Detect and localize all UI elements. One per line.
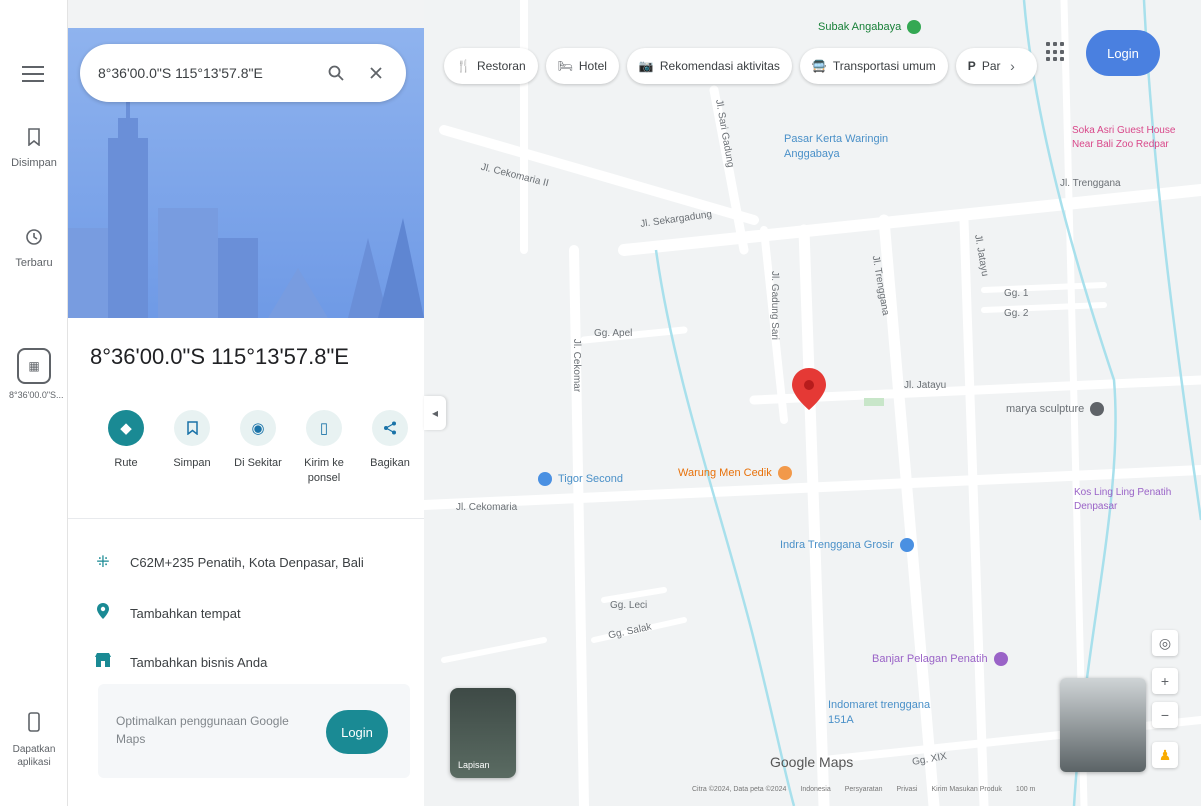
location-pin-icon[interactable] (792, 368, 826, 410)
nearby-button[interactable]: ◉ Di Sekitar (230, 410, 286, 486)
street-label: Jl. Trenggana (1060, 178, 1121, 189)
poi-pasar[interactable]: Pasar Kerta Waringin Anggabaya (784, 132, 914, 162)
chip-restoran[interactable]: 🍴 Restoran (444, 48, 538, 84)
community-icon (993, 652, 1008, 666)
phone-icon (0, 712, 68, 737)
apps-grid-icon[interactable] (1046, 42, 1066, 62)
poi-subak[interactable]: Subak Angabaya (818, 20, 927, 34)
street-label: Jl. Jatayu (904, 380, 947, 391)
rail-get-app[interactable]: Dapatkan aplikasi (0, 712, 68, 769)
search-input[interactable] (98, 65, 310, 81)
street-view-thumbnail[interactable] (1060, 678, 1146, 772)
promo-text: Optimalkan penggunaan Google Maps (116, 714, 289, 746)
street-label: Jl. Gadung Sari (768, 271, 780, 340)
divider (68, 518, 424, 519)
chip-transportasi[interactable]: 🚍 Transportasi umum (799, 48, 948, 84)
menu-icon[interactable] (22, 66, 44, 82)
close-icon[interactable] (362, 59, 390, 87)
parking-icon: P (967, 59, 976, 73)
shop-icon (538, 472, 552, 486)
bookmark-icon (174, 410, 210, 446)
poi-marya[interactable]: marya sculpture (1006, 402, 1110, 416)
rail-get-app-label: Dapatkan aplikasi (12, 744, 56, 768)
poi-indra[interactable]: Indra Trenggana Grosir (780, 538, 920, 552)
street-label: Gg. 1 (1004, 288, 1029, 299)
rail-recent-place[interactable]: ▦ 8°36'00.0"S... (0, 348, 68, 401)
rail-saved[interactable]: Disimpan (0, 128, 68, 169)
shop-icon (899, 538, 914, 552)
camera-icon: 📷 (638, 59, 654, 73)
nearby-icon: ◉ (240, 410, 276, 446)
search-box (80, 44, 406, 102)
chip-aktivitas[interactable]: 📷 Rekomendasi aktivitas (626, 48, 792, 84)
chevron-right-icon[interactable]: › (1001, 48, 1025, 84)
street-label: Jl. Cekomaria (456, 502, 518, 513)
rail-recent-place-label: 8°36'00.0"S... (9, 390, 64, 400)
poi-banjar[interactable]: Banjar Pelagan Penatih (872, 652, 1014, 666)
add-place-row[interactable]: Tambahkan tempat (90, 602, 241, 625)
history-icon (0, 228, 68, 251)
chip-parkir[interactable]: P Par › (955, 48, 1037, 84)
place-panel: 8°36'00.0"S 115°13'57.8"E ◆ Rute Simpan … (68, 28, 424, 806)
fork-knife-icon: 🍴 (456, 59, 471, 73)
share-button[interactable]: Bagikan (362, 410, 418, 486)
attraction-icon (1090, 402, 1105, 416)
plus-code-icon: ⁜ (96, 554, 110, 571)
bookmark-icon (0, 128, 68, 151)
poi-kos[interactable]: Kos Ling Ling Penatih Denpasar (1074, 486, 1198, 514)
category-chips: 🍴 Restoran 🛏 Hotel 📷 Rekomendasi aktivitas … (444, 48, 1045, 84)
phone-icon: ▯ (306, 410, 342, 446)
street-label: Gg. 2 (1004, 308, 1029, 319)
add-location-icon (90, 602, 116, 625)
poi-indomaret[interactable]: Indomaret trenggana 151A (828, 698, 938, 728)
pegman-icon[interactable]: ♟ (1152, 742, 1178, 768)
login-button[interactable]: Login (1086, 30, 1160, 76)
rail-recent[interactable]: Terbaru (0, 228, 68, 269)
place-actions: ◆ Rute Simpan ◉ Di Sekitar ▯ Kirim ke po… (98, 410, 418, 486)
hero-illustration (68, 28, 424, 318)
street-label: Gg. Apel (594, 328, 633, 339)
login-promo-card: Optimalkan penggunaan Google Maps Login (98, 684, 410, 778)
street-label: Jl. Cekomar (571, 338, 583, 393)
layers-button[interactable]: Lapisan (450, 688, 516, 778)
poi-warung[interactable]: Warung Men Cedik (678, 466, 798, 480)
bus-icon: 🚍 (811, 59, 827, 73)
restaurant-icon (777, 466, 792, 480)
street-label: Gg. Leci (610, 600, 648, 611)
map-footer: Citra ©2024, Data peta ©2024 Indonesia P… (692, 786, 1036, 793)
zoom-in-button[interactable]: + (1152, 668, 1178, 694)
send-to-phone-button[interactable]: ▯ Kirim ke ponsel (296, 410, 352, 486)
left-rail: Disimpan Terbaru ▦ 8°36'00.0"S... Dapatk… (0, 0, 68, 806)
chip-hotel[interactable]: 🛏 Hotel (545, 48, 619, 84)
layers-label: Lapisan (458, 760, 490, 770)
zoom-out-button[interactable]: − (1152, 702, 1178, 728)
directions-icon: ◆ (108, 410, 144, 446)
directions-button[interactable]: ◆ Rute (98, 410, 154, 486)
poi-soka[interactable]: Soka Asri Guest House Near Bali Zoo Redp… (1072, 124, 1192, 152)
rail-recent-label: Terbaru (15, 257, 53, 269)
add-business-row[interactable]: Tambahkan bisnis Anda (90, 652, 267, 673)
plus-code-row[interactable]: ⁜ C62M+235 Penatih, Kota Denpasar, Bali (90, 552, 364, 572)
promo-login-button[interactable]: Login (326, 710, 388, 754)
poi-tigor[interactable]: Tigor Second (538, 472, 623, 486)
place-thumbnail-icon: ▦ (17, 348, 51, 384)
my-location-icon[interactable]: ◎ (1152, 630, 1178, 656)
rail-saved-label: Disimpan (11, 157, 57, 169)
place-title: 8°36'00.0"S 115°13'57.8"E (90, 344, 349, 369)
storefront-icon (90, 652, 116, 673)
share-icon (372, 410, 408, 446)
park-icon (907, 20, 922, 34)
search-icon[interactable] (322, 59, 350, 87)
google-maps-logo: Google Maps (770, 754, 854, 770)
save-button[interactable]: Simpan (164, 410, 220, 486)
bed-icon: 🛏 (557, 59, 573, 73)
collapse-panel-button[interactable]: ◂ (424, 396, 446, 430)
